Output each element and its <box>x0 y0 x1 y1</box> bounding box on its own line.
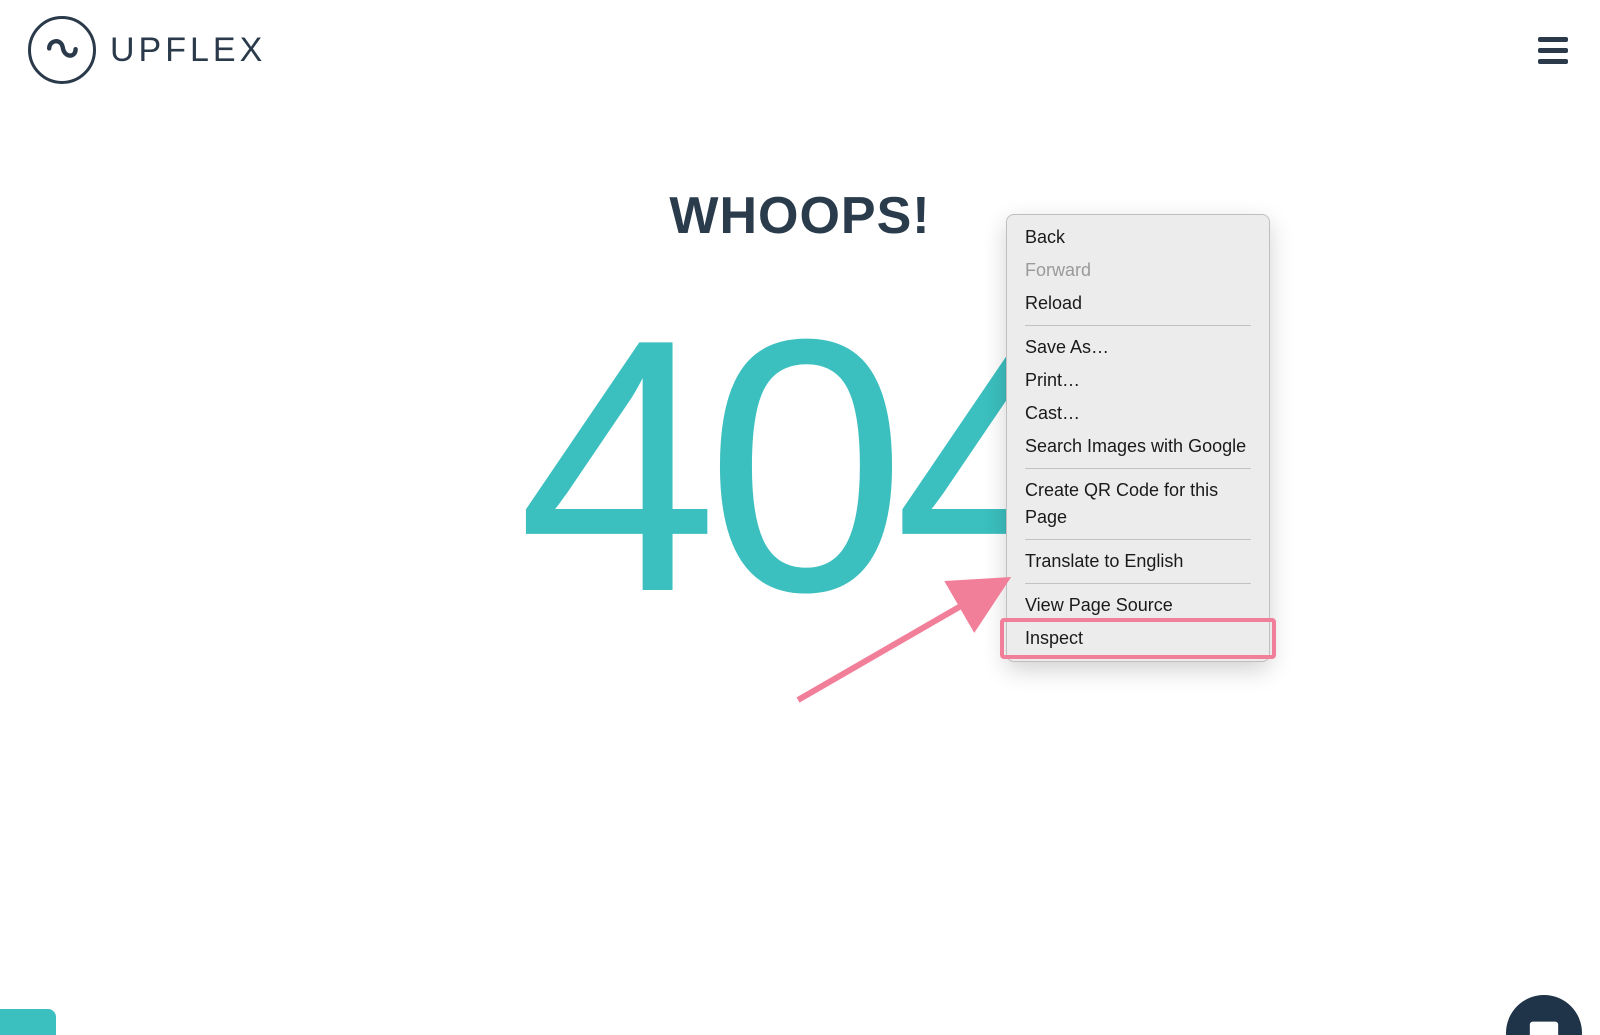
context-menu-separator <box>1025 583 1251 584</box>
context-menu-separator <box>1025 468 1251 469</box>
context-menu-item[interactable]: Print… <box>1007 364 1269 397</box>
chat-launcher[interactable] <box>1506 995 1582 1035</box>
error-code: 404 <box>0 286 1600 646</box>
context-menu-item[interactable]: Reload <box>1007 287 1269 320</box>
context-menu-item[interactable]: Cast… <box>1007 397 1269 430</box>
brand-name: UPFLEX <box>110 31 266 70</box>
context-menu-separator <box>1025 325 1251 326</box>
context-menu-item[interactable]: Save As… <box>1007 331 1269 364</box>
context-menu-item[interactable]: Create QR Code for this Page <box>1007 474 1269 534</box>
context-menu-item[interactable]: View Page Source <box>1007 589 1269 622</box>
context-menu-item[interactable]: Back <box>1007 221 1269 254</box>
context-menu-item[interactable]: Inspect <box>1007 622 1269 655</box>
page-header: UPFLEX <box>0 0 1600 90</box>
context-menu-separator <box>1025 539 1251 540</box>
menu-icon[interactable] <box>1534 31 1572 70</box>
context-menu-item[interactable]: Translate to English <box>1007 545 1269 578</box>
logo-mark-icon <box>28 16 96 84</box>
error-title: WHOOPS! <box>0 186 1600 246</box>
error-content: WHOOPS! 404 <box>0 90 1600 646</box>
support-tab[interactable] <box>0 1009 56 1035</box>
context-menu-item[interactable]: Search Images with Google <box>1007 430 1269 463</box>
brand-logo[interactable]: UPFLEX <box>28 16 266 84</box>
browser-context-menu: BackForwardReload Save As…Print…Cast…Sear… <box>1006 214 1270 662</box>
context-menu-item: Forward <box>1007 254 1269 287</box>
chat-icon <box>1527 1016 1561 1035</box>
